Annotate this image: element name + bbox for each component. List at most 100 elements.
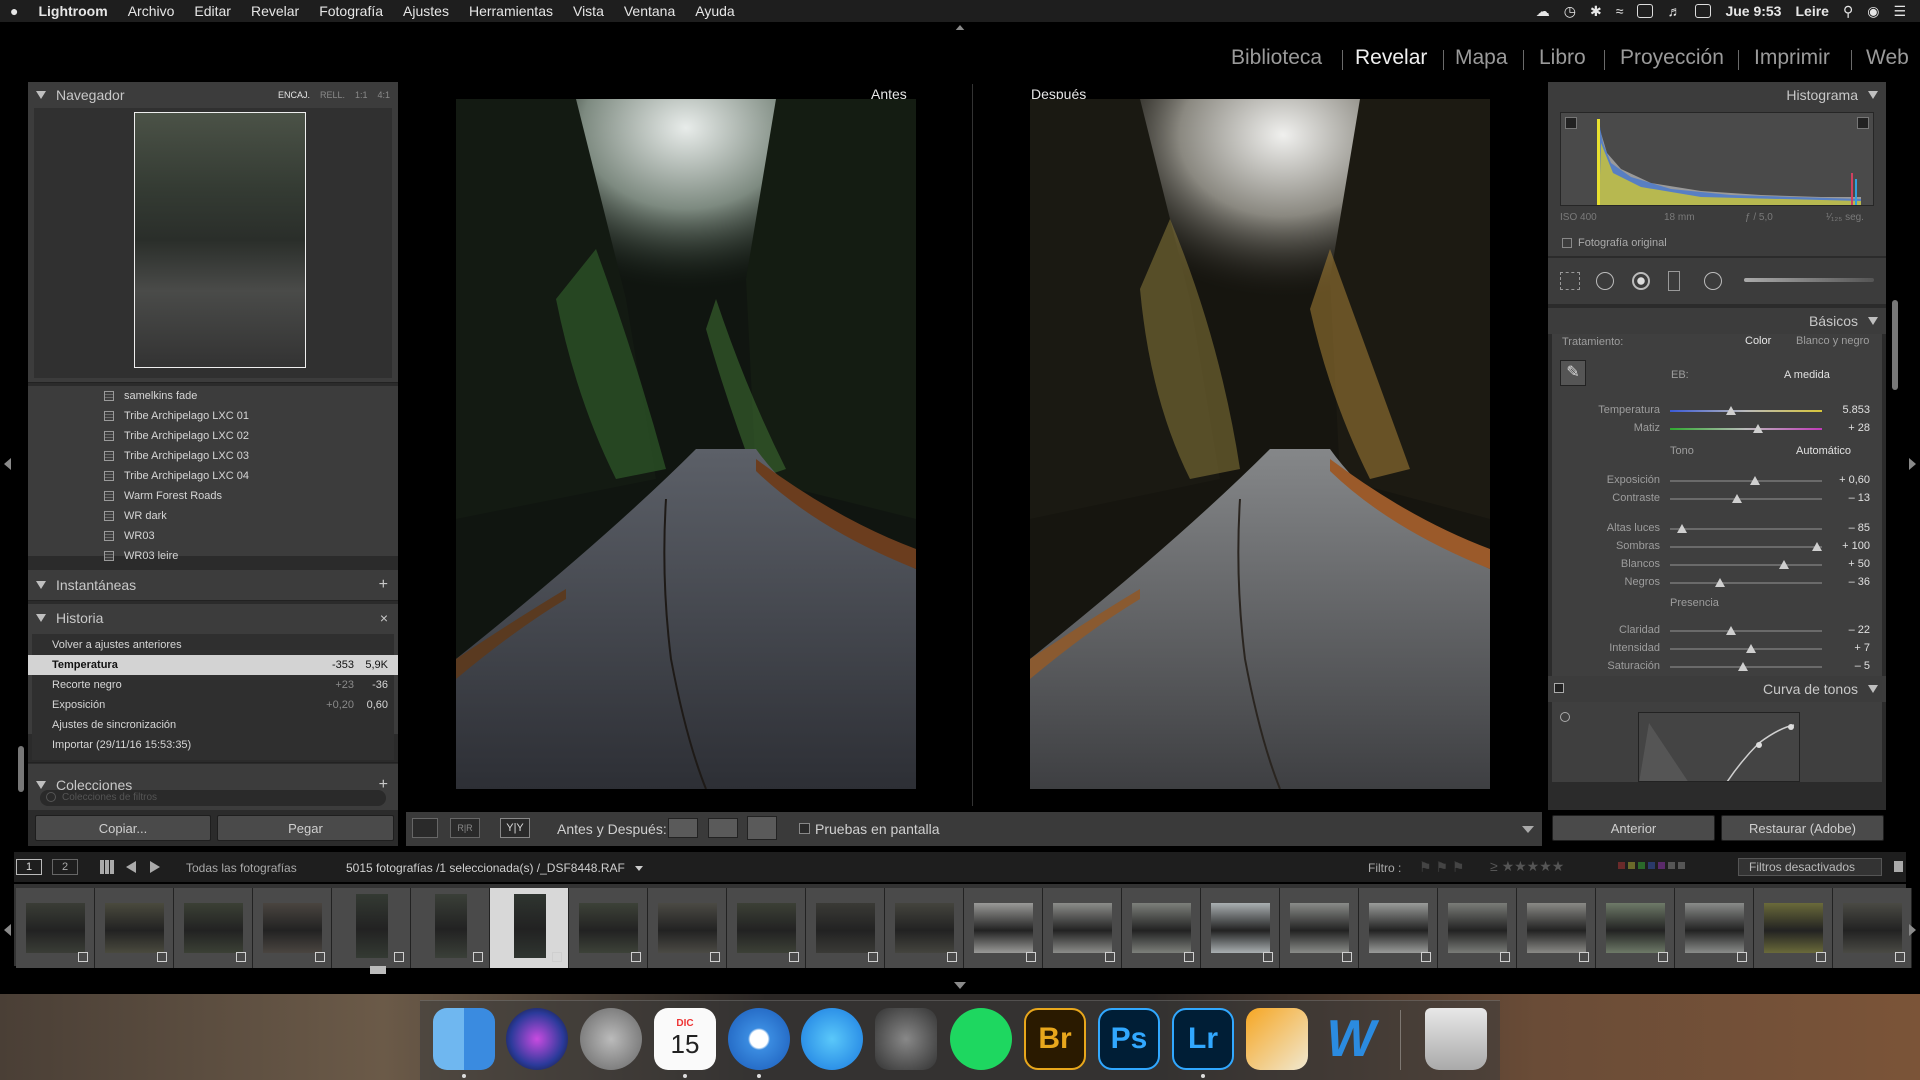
filmstrip-thumbnail[interactable] — [1280, 888, 1359, 968]
highlight-clipping-icon[interactable] — [1857, 117, 1869, 129]
slider-value[interactable]: – 5 — [1855, 660, 1870, 672]
menu-ventana[interactable]: Ventana — [614, 3, 685, 19]
adjustment-brush-icon[interactable] — [1744, 278, 1874, 282]
menu-revelar[interactable]: Revelar — [241, 3, 309, 19]
filmstrip-scrollbar[interactable] — [370, 966, 386, 974]
slider-thumb[interactable] — [1715, 578, 1726, 587]
user-menu[interactable]: Leire — [1795, 3, 1828, 19]
app-store-icon[interactable] — [801, 1008, 863, 1070]
filmstrip-thumbnail[interactable] — [16, 888, 95, 968]
slider-track[interactable] — [1670, 528, 1822, 530]
slider-track[interactable] — [1670, 546, 1822, 548]
basics-header[interactable]: Básicos — [1548, 308, 1886, 334]
zoom-fit[interactable]: ENCAJ. — [278, 90, 310, 100]
filmstrip-thumbnail[interactable] — [885, 888, 964, 968]
system-preferences-icon[interactable] — [875, 1008, 937, 1070]
right-panel-scrollbar[interactable] — [1892, 300, 1898, 390]
shadow-clipping-icon[interactable] — [1565, 117, 1577, 129]
filmstrip-source[interactable]: Todas las fotografías — [186, 861, 297, 875]
slider-thumb[interactable] — [1731, 494, 1742, 503]
reset-settings-button[interactable]: Restaurar (Adobe) — [1721, 815, 1884, 841]
slider-thumb[interactable] — [1745, 644, 1756, 653]
preset-item[interactable]: Tribe Archipelago LXC 03 — [104, 450, 249, 462]
navigator-thumbnail[interactable] — [134, 112, 306, 368]
wifi-icon[interactable]: ≈ — [1616, 3, 1624, 19]
slider-value[interactable]: – 36 — [1849, 576, 1870, 588]
spotlight-icon[interactable]: ⚲ — [1843, 3, 1853, 20]
slider-value[interactable]: + 100 — [1842, 540, 1870, 552]
menu-ajustes[interactable]: Ajustes — [393, 3, 459, 19]
preset-item[interactable]: Tribe Archipelago LXC 01 — [104, 410, 249, 422]
history-step[interactable]: Exposición +0,20 0,60 — [28, 695, 398, 715]
filmstrip-thumbnail[interactable] — [95, 888, 174, 968]
slider-track[interactable] — [1670, 480, 1822, 482]
clear-history-button[interactable]: × — [380, 610, 398, 626]
filmstrip-thumbnail[interactable] — [1438, 888, 1517, 968]
original-photo-checkbox[interactable] — [1562, 238, 1572, 248]
airplay-icon[interactable] — [1637, 4, 1654, 18]
menu-fotografia[interactable]: Fotografía — [309, 3, 393, 19]
copy-settings-button[interactable]: Copiar... — [35, 815, 211, 841]
crop-tool-icon[interactable] — [1560, 272, 1580, 290]
module-proyeccion[interactable]: Proyección — [1620, 46, 1724, 70]
module-mapa[interactable]: Mapa — [1455, 46, 1508, 70]
navigator-header[interactable]: Navegador ENCAJ. RELL. 1:1 4:1 — [28, 82, 398, 108]
menu-vista[interactable]: Vista — [563, 3, 614, 19]
spotify-icon[interactable] — [950, 1008, 1012, 1070]
history-step[interactable]: Recorte negro +23 -36 — [28, 675, 398, 695]
filmstrip-thumbnail[interactable] — [964, 888, 1043, 968]
slider-thumb[interactable] — [1750, 476, 1761, 485]
filmstrip-right-arrow-icon[interactable] — [1909, 924, 1916, 936]
menu-herramientas[interactable]: Herramientas — [459, 3, 563, 19]
navigator-preview[interactable] — [34, 108, 392, 378]
before-after-yy-button[interactable]: Y|Y — [500, 818, 530, 838]
left-panel-collapse-icon[interactable] — [4, 458, 11, 470]
swap-before-after-button[interactable] — [747, 816, 777, 840]
wb-preset-dropdown[interactable]: A medida — [1784, 369, 1830, 381]
creative-cloud-icon[interactable]: ☁ — [1536, 3, 1550, 20]
photoshop-icon[interactable]: Ps — [1098, 1008, 1160, 1070]
soft-proofing-checkbox[interactable] — [799, 823, 810, 834]
slider-track[interactable] — [1670, 564, 1822, 566]
toolbar-menu-chevron-icon[interactable] — [1522, 826, 1534, 833]
slider-value[interactable]: 5.853 — [1842, 404, 1870, 416]
slider-matiz[interactable]: Matiz + 28 — [1552, 420, 1882, 438]
slider-thumb[interactable] — [1753, 424, 1764, 433]
apple-menu-icon[interactable]: ● — [0, 3, 28, 19]
before-photo[interactable] — [456, 99, 916, 789]
preset-item[interactable]: Warm Forest Roads — [104, 490, 222, 502]
filmstrip-thumbnail[interactable] — [1675, 888, 1754, 968]
preset-item[interactable]: WR03 — [104, 530, 155, 542]
paste-settings-button[interactable]: Pegar — [217, 815, 394, 841]
preset-item[interactable]: WR dark — [104, 510, 167, 522]
filmstrip-left-arrow-icon[interactable] — [4, 924, 11, 936]
clock[interactable]: Jue 9:53 — [1725, 3, 1781, 19]
filter-lock-icon[interactable] — [1894, 861, 1903, 872]
slider-thumb[interactable] — [1725, 406, 1736, 415]
slider-track[interactable] — [1670, 630, 1822, 632]
filmstrip-thumbnail[interactable] — [1833, 888, 1912, 968]
filmstrip-thumbnail[interactable] — [1359, 888, 1438, 968]
after-photo[interactable] — [1030, 99, 1490, 789]
menu-editar[interactable]: Editar — [184, 3, 241, 19]
grid-view-icon[interactable] — [100, 860, 114, 874]
filmstrip-thumbnail[interactable] — [806, 888, 885, 968]
white-balance-picker-icon[interactable]: ✎ — [1560, 360, 1586, 386]
pages-icon[interactable] — [1246, 1008, 1308, 1070]
slider-value[interactable]: + 0,60 — [1839, 474, 1870, 486]
calendar-icon[interactable]: DIC 15 — [654, 1008, 716, 1070]
filmstrip-thumbnail[interactable] — [1517, 888, 1596, 968]
filmstrip-thumbnail[interactable] — [1596, 888, 1675, 968]
slider-value[interactable]: + 7 — [1854, 642, 1870, 654]
preset-item[interactable]: WR03 leire — [104, 550, 178, 562]
filmstrip-thumbnail-selected[interactable] — [490, 888, 569, 968]
spot-removal-icon[interactable] — [1596, 272, 1614, 290]
snapshots-header[interactable]: Instantáneas + — [28, 572, 398, 598]
histogram-chart[interactable] — [1560, 112, 1874, 206]
auto-tone-button[interactable]: Automático — [1796, 445, 1851, 457]
slider-thumb[interactable] — [1737, 662, 1748, 671]
lightroom-icon[interactable]: Lr — [1172, 1008, 1234, 1070]
history-step-selected[interactable]: Temperatura -353 5,9K — [28, 655, 398, 675]
module-libro[interactable]: Libro — [1539, 46, 1586, 70]
safari-icon[interactable] — [728, 1008, 790, 1070]
